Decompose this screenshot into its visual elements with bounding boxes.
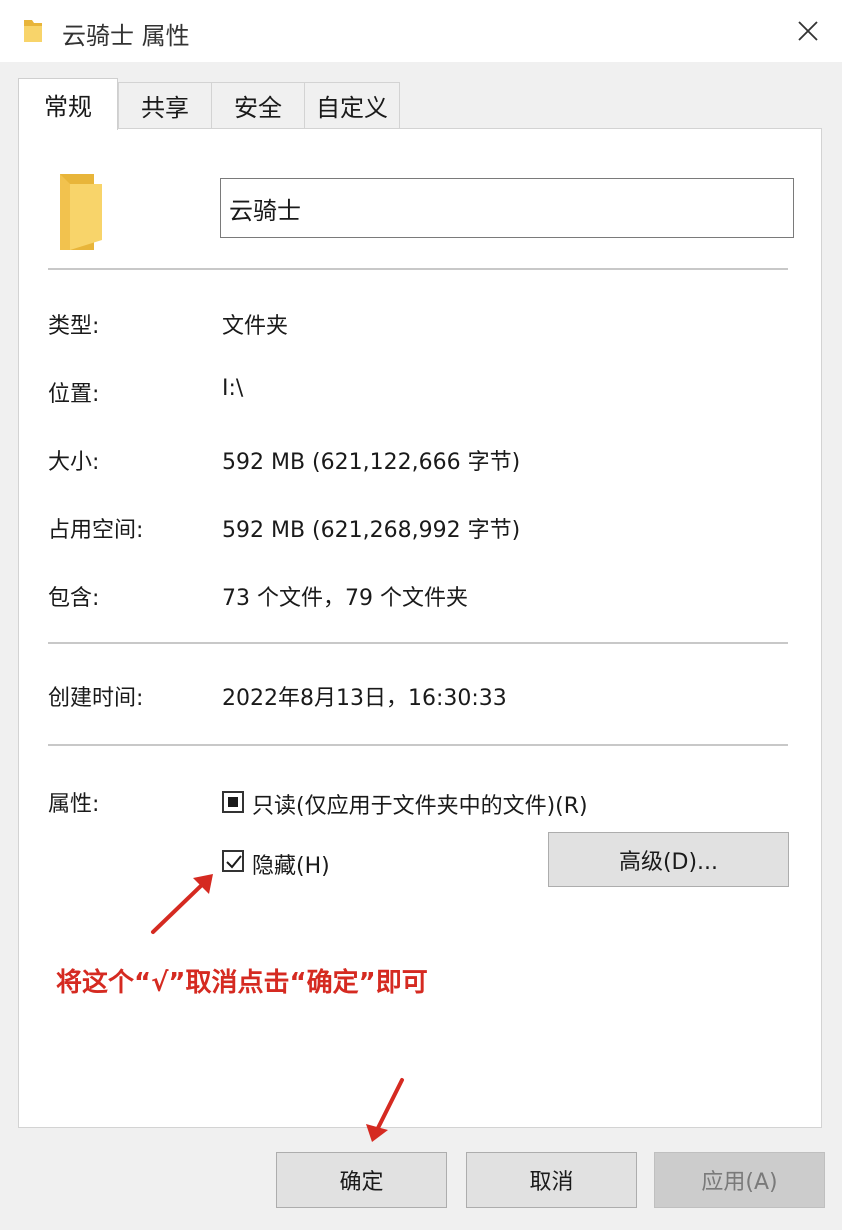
size-on-disk-value: 592 MB (621,268,992 字节) bbox=[222, 518, 521, 543]
readonly-checkbox[interactable] bbox=[222, 791, 244, 813]
apply-button[interactable]: 应用(A) bbox=[654, 1152, 825, 1208]
window-title: 云骑士 属性 bbox=[62, 22, 190, 50]
size-on-disk-label: 占用空间: bbox=[48, 518, 144, 543]
attributes-label: 属性: bbox=[48, 792, 100, 817]
hidden-checkbox[interactable] bbox=[222, 850, 244, 872]
title-bar: 云骑士 属性 bbox=[0, 0, 842, 62]
location-value: I:\ bbox=[222, 376, 244, 401]
tab-customize[interactable]: 自定义 bbox=[304, 82, 400, 128]
folder-name-input[interactable] bbox=[220, 178, 794, 238]
ok-button[interactable]: 确定 bbox=[276, 1152, 447, 1208]
hidden-label[interactable]: 隐藏(H) bbox=[252, 848, 330, 880]
close-icon bbox=[798, 21, 818, 41]
annotation-arrow-icon bbox=[151, 874, 213, 934]
folder-icon bbox=[60, 174, 102, 250]
cancel-button[interactable]: 取消 bbox=[466, 1152, 637, 1208]
divider bbox=[48, 268, 788, 270]
tab-security[interactable]: 安全 bbox=[211, 82, 305, 128]
tab-sharing[interactable]: 共享 bbox=[118, 82, 212, 128]
folder-icon bbox=[24, 20, 42, 42]
annotation-text: 将这个“√”取消点击“确定”即可 bbox=[56, 968, 428, 998]
checkmark-icon bbox=[226, 855, 242, 869]
divider bbox=[48, 642, 788, 644]
contains-label: 包含: bbox=[48, 586, 100, 611]
type-value: 文件夹 bbox=[222, 314, 289, 339]
size-label: 大小: bbox=[48, 450, 100, 475]
advanced-button[interactable]: 高级(D)... bbox=[548, 832, 789, 887]
close-button[interactable] bbox=[786, 10, 830, 52]
created-value: 2022年8月13日，16:30:33 bbox=[222, 686, 507, 711]
size-value: 592 MB (621,122,666 字节) bbox=[222, 450, 521, 475]
divider bbox=[48, 744, 788, 746]
type-label: 类型: bbox=[48, 314, 100, 339]
contains-value: 73 个文件，79 个文件夹 bbox=[222, 586, 468, 611]
tab-general[interactable]: 常规 bbox=[18, 78, 118, 130]
created-label: 创建时间: bbox=[48, 686, 144, 711]
location-label: 位置: bbox=[48, 382, 100, 407]
readonly-label[interactable]: 只读(仅应用于文件夹中的文件)(R) bbox=[252, 788, 588, 820]
annotation-arrow-icon bbox=[366, 1078, 404, 1142]
indeterminate-mark bbox=[228, 797, 238, 807]
